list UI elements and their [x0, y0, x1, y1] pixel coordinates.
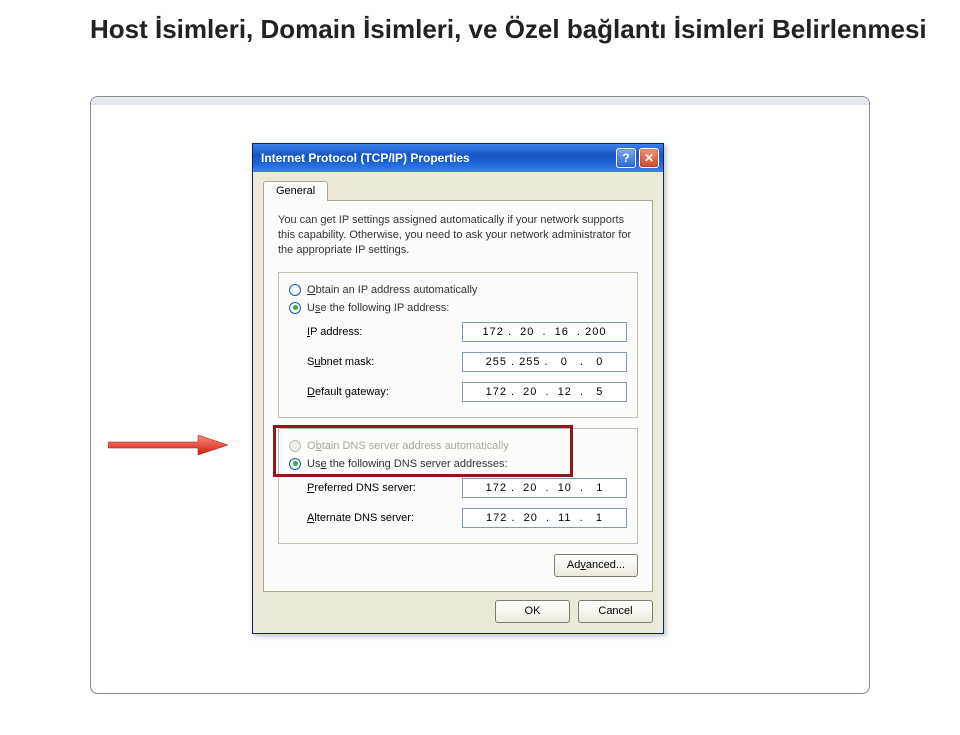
- alternate-dns-label: Alternate DNS server:: [307, 512, 462, 524]
- description-text: You can get IP settings assigned automat…: [278, 213, 638, 258]
- default-gateway-row: Default gateway:: [289, 377, 627, 407]
- alternate-dns-row: Alternate DNS server:: [289, 503, 627, 533]
- subnet-mask-label: Subnet mask:: [307, 356, 462, 368]
- preferred-dns-label: Preferred DNS server:: [307, 482, 462, 494]
- advanced-button[interactable]: Advanced...: [554, 554, 638, 577]
- dialog-title: Internet Protocol (TCP/IP) Properties: [261, 151, 613, 165]
- radio-use-following-ip[interactable]: Use the following IP address:: [289, 299, 627, 317]
- alternate-dns-input[interactable]: [462, 508, 627, 528]
- ip-address-row: IP address:: [289, 317, 627, 347]
- radio-use-following-dns[interactable]: Use the following DNS server addresses:: [289, 455, 627, 473]
- radio-label: Obtain an IP address automatically: [307, 284, 477, 296]
- ip-address-input[interactable]: [462, 322, 627, 342]
- ip-address-label: IP address:: [307, 326, 462, 338]
- close-button[interactable]: ✕: [639, 148, 659, 168]
- ok-button[interactable]: OK: [495, 600, 570, 623]
- tcpip-properties-dialog: Internet Protocol (TCP/IP) Properties ? …: [252, 143, 664, 634]
- preferred-dns-row: Preferred DNS server:: [289, 473, 627, 503]
- radio-label: Obtain DNS server address automatically: [307, 440, 509, 452]
- radio-obtain-dns-auto: Obtain DNS server address automatically: [289, 437, 627, 455]
- pointer-arrow-icon: [108, 435, 228, 455]
- tab-page-general: You can get IP settings assigned automat…: [263, 200, 653, 592]
- help-button[interactable]: ?: [616, 148, 636, 168]
- default-gateway-input[interactable]: [462, 382, 627, 402]
- radio-icon: [289, 458, 301, 470]
- default-gateway-label: Default gateway:: [307, 386, 462, 398]
- subnet-mask-input[interactable]: [462, 352, 627, 372]
- slide-title: Host İsimleri, Domain İsimleri, ve Özel …: [90, 15, 960, 45]
- tab-general[interactable]: General: [263, 181, 328, 201]
- radio-icon: [289, 440, 301, 452]
- radio-label: Use the following DNS server addresses:: [307, 458, 508, 470]
- radio-label: Use the following IP address:: [307, 302, 449, 314]
- radio-icon: [289, 302, 301, 314]
- dialog-button-row: OK Cancel: [253, 600, 663, 633]
- radio-icon: [289, 284, 301, 296]
- dialog-titlebar[interactable]: Internet Protocol (TCP/IP) Properties ? …: [253, 144, 663, 172]
- subnet-mask-row: Subnet mask:: [289, 347, 627, 377]
- preferred-dns-input[interactable]: [462, 478, 627, 498]
- radio-obtain-ip-auto[interactable]: Obtain an IP address automatically: [289, 281, 627, 299]
- close-icon: ✕: [644, 151, 654, 165]
- ip-address-group: Obtain an IP address automatically Use t…: [278, 272, 638, 418]
- dns-group: Obtain DNS server address automatically …: [278, 428, 638, 544]
- cancel-button[interactable]: Cancel: [578, 600, 653, 623]
